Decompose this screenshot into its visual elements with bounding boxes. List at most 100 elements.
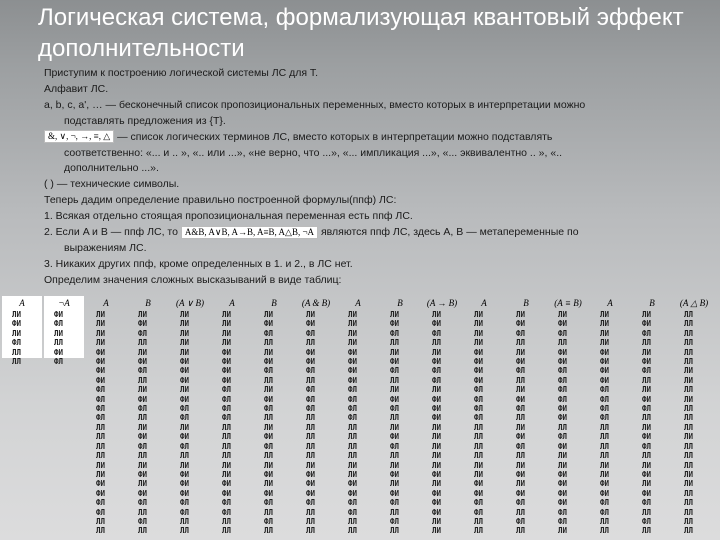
table-cell: ФИ (558, 488, 568, 498)
table-cell: ЛЛ (348, 432, 358, 442)
table-cell: ФИ (642, 488, 652, 498)
table-cell: ЛЛ (264, 338, 274, 348)
table-cell: ЛИ (684, 366, 694, 376)
table-cell: ЛИ (180, 328, 190, 338)
table-cell: ЛИ (516, 385, 526, 395)
table-cell: ФИ (642, 394, 652, 404)
table-cell: ЛИ (642, 347, 652, 357)
table-cell: ФЛ (642, 516, 652, 526)
column-header: (A → B) (426, 298, 458, 308)
table-cell: ФЛ (558, 375, 568, 385)
truth-table-column: A ЛИ ЛИ ЛИ ЛИ ФИ ФИ ФИ ФИ ФЛ ФЛ ФЛ ФЛ ЛЛ ЛЛ ЛЛ ЛЛ ЛИ ЛИ ФИ Ф… (464, 296, 504, 540)
table-cell: ЛЛ (642, 507, 652, 517)
table-cell: ФЛ (642, 441, 652, 451)
table-cell: ЛИ (600, 469, 610, 479)
table-cell: ЛЛ (222, 432, 232, 442)
truth-table-column: B ЛИ ФИ ФЛ ЛЛ ЛИ ФИ ФЛ ЛЛ ЛИ ФИ ФЛ ЛЛ ЛИ ФИ ФЛ ЛЛ ЛИ ФИ ЛИ Ф… (254, 296, 294, 540)
text-fragment: 2. Если A и B — ппф ЛС, то (44, 226, 178, 239)
table-cell: ЛЛ (96, 451, 106, 461)
table-cell: ЛИ (222, 319, 232, 329)
table-cell: ЛИ (96, 469, 106, 479)
table-cell: ЛЛ (474, 432, 484, 442)
table-cell: ЛЛ (306, 432, 316, 442)
column-header: (A ≡ B) (554, 298, 582, 308)
truth-table-column: B ЛИ ФИ ФЛ ЛЛ ЛИ ФИ ФЛ ЛЛ ЛИ ФИ ФЛ ЛЛ ЛИ ФИ ФЛ ЛЛ ЛИ ФИ ЛИ Ф… (632, 296, 672, 540)
table-cell: ФИ (222, 479, 232, 489)
table-cell: ЛИ (96, 338, 106, 348)
table-cell: ФИ (474, 357, 484, 367)
table-cell: ФИ (432, 498, 442, 508)
table-cell: ФИ (138, 488, 148, 498)
table-cell: ФИ (432, 488, 442, 498)
table-cell: ЛИ (474, 319, 484, 329)
table-cell: ЛЛ (684, 441, 694, 451)
table-cell: ФЛ (432, 366, 442, 376)
table-cell: ЛЛ (684, 347, 694, 357)
table-cell: ЛИ (348, 338, 358, 348)
table-cell: ЛЛ (348, 441, 358, 451)
table-cell: ФИ (516, 469, 526, 479)
table-cell: ЛИ (390, 310, 400, 319)
table-cell: ФЛ (180, 507, 190, 517)
table-cell: ФЛ (138, 328, 148, 338)
table-cell: ЛИ (12, 310, 22, 319)
table-cell: ЛИ (180, 310, 190, 319)
truth-table-column: (A ≡ B) ЛИ ФИ ФЛ ЛЛ ФИ ФИ ФЛ ФЛ ФЛ ФЛ ФИ ФИ ЛЛ ФЛ ФИ ЛИ Л… (548, 296, 588, 540)
table-cell: ЛЛ (264, 526, 274, 536)
table-cell: ЛИ (558, 310, 568, 319)
table-cell: ФИ (516, 319, 526, 329)
table-cell: ЛЛ (306, 526, 316, 536)
table-cell: ЛИ (642, 310, 652, 319)
table-cell: ФЛ (222, 394, 232, 404)
table-cell: ЛЛ (558, 338, 568, 348)
truth-table-column: (A △ B) ЛЛ ЛЛ ЛЛ ЛЛ ЛЛ ЛЛ ЛИ ЛИ ЛЛ ЛИ ЛЛ ЛЛ ЛЛ ЛИ ЛЛ ЛЛ Л… (674, 296, 714, 540)
table-cell: ЛЛ (138, 526, 148, 536)
text-fragment: являются ппф ЛС, здесь A, B — метапереме… (320, 226, 579, 239)
truth-table-column: B ЛИ ФИ ФЛ ЛЛ ЛИ ФИ ФЛ ЛЛ ЛИ ФИ ФЛ ЛЛ ЛИ ФИ ФЛ ЛЛ ЛИ ФИ ЛИ Ф… (506, 296, 546, 540)
table-cell: ЛИ (432, 526, 442, 536)
table-cell: ФЛ (516, 516, 526, 526)
table-cell: ФЛ (474, 498, 484, 508)
table-cell: ЛИ (180, 338, 190, 348)
table-cell: ФИ (264, 394, 274, 404)
table-cell: ЛИ (348, 310, 358, 319)
table-cell: ЛЛ (684, 413, 694, 423)
table-cell: ФЛ (96, 507, 106, 517)
table-cell: ФЛ (558, 328, 568, 338)
truth-table-column: (A ∨ B) ЛИ ЛИ ЛИ ЛИ ЛИ ФИ ФИ ФИ ЛИ ФИ ФЛ ФЛ ЛИ ФИ ФЛ ЛЛ Л… (170, 296, 210, 540)
table-cell: ФИ (348, 357, 358, 367)
table-cell: ЛИ (264, 479, 274, 489)
text-line: дополнительно ...». (64, 162, 159, 175)
text-line: подставлять предложения из {Т}. (64, 114, 226, 127)
truth-table-column: A ЛИ ЛИ ЛИ ЛИ ФИ ФИ ФИ ФИ ФЛ ФЛ ФЛ ФЛ ЛЛ ЛЛ ЛЛ ЛЛ ЛИ ЛИ ФИ Ф… (212, 296, 252, 540)
truth-table-column: (A & B) ЛИ ФИ ФЛ ЛЛ ФИ ФИ ФЛ ЛЛ ФЛ ФЛ ФЛ ЛЛ ЛЛ ЛЛ ЛЛ ЛЛ Л… (296, 296, 336, 540)
table-cell: ЛИ (348, 460, 358, 470)
table-cell: ЛЛ (348, 516, 358, 526)
table-cell: ФЛ (54, 319, 64, 329)
table-cell: ФЛ (474, 385, 484, 395)
table-cell: ФЛ (600, 413, 610, 423)
table-cell: ФЛ (306, 328, 316, 338)
table-cell: ЛИ (222, 460, 232, 470)
table-cell: ФЛ (348, 507, 358, 517)
truth-table-column: B ЛИ ФИ ФЛ ЛЛ ЛИ ФИ ФЛ ЛЛ ЛИ ФИ ФЛ ЛЛ ЛИ ФИ ФЛ ЛЛ ЛИ ФИ ЛИ Ф… (128, 296, 168, 540)
truth-table-column: ¬A ФИ ФЛ ЛИ ЛЛ ФИ ФЛ (44, 296, 84, 366)
table-cell: ЛИ (390, 385, 400, 395)
column-header: (A & B) (301, 298, 331, 308)
table-cell: ФИ (558, 319, 568, 329)
table-cell: ЛЛ (474, 516, 484, 526)
table-cell: ФЛ (264, 441, 274, 451)
table-cell: ФЛ (558, 516, 568, 526)
slide-body: Приступим к построению логической систем… (44, 66, 684, 289)
table-cell: ЛИ (264, 460, 274, 470)
table-cell: ЛЛ (306, 338, 316, 348)
table-cell: ЛЛ (306, 507, 316, 517)
table-cell: ЛЛ (96, 432, 106, 442)
table-cell: ФЛ (222, 413, 232, 423)
table-cell: ФЛ (222, 507, 232, 517)
table-cell: ФИ (138, 394, 148, 404)
table-cell: ФЛ (138, 516, 148, 526)
table-cell: ФЛ (432, 328, 442, 338)
table-cell: ЛЛ (222, 526, 232, 536)
table-cell: ЛЛ (516, 526, 526, 536)
